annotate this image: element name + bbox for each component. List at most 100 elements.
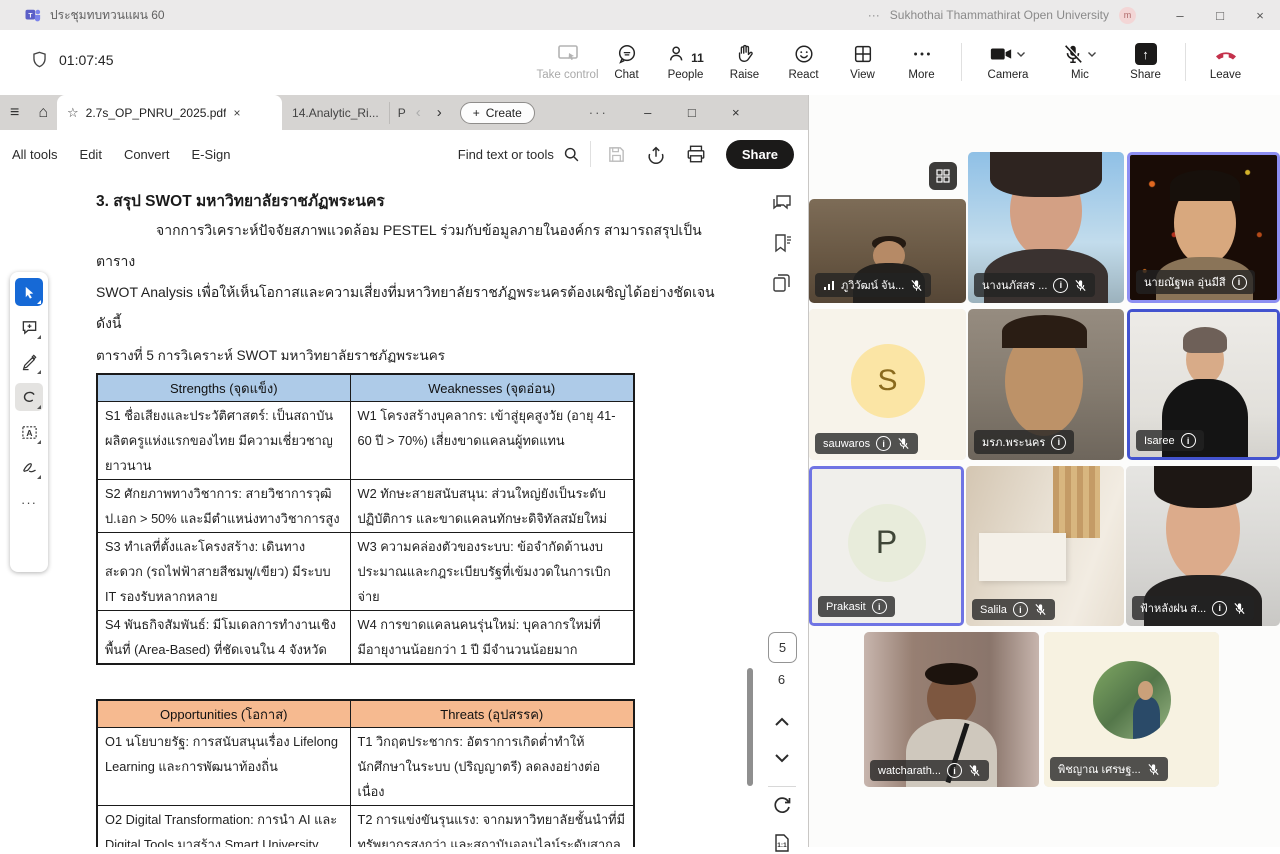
swot-strengths-weaknesses-table: Strengths (จุดแข็ง) Weaknesses (จุดอ่อน)… bbox=[96, 373, 635, 665]
participant-name-label: พิชญาณ เศรษฐ... bbox=[1050, 757, 1168, 781]
pdf-page-content: 3. สรุป SWOT มหาวิทยาลัยราชภัฏพระนคร จาก… bbox=[96, 184, 728, 847]
divider bbox=[1185, 43, 1186, 81]
participant-tile-active[interactable]: Isaree i bbox=[1127, 309, 1280, 460]
raise-hand-button[interactable]: Raise bbox=[715, 43, 774, 81]
people-count-badge: 11 bbox=[691, 51, 704, 65]
participant-tile[interactable]: ฟ้าหลังฝน ส... i bbox=[1126, 466, 1280, 626]
search-icon bbox=[563, 146, 580, 163]
camera-chevron-icon[interactable] bbox=[1015, 48, 1027, 60]
share-screen-button[interactable]: ↑ Share bbox=[1116, 43, 1175, 81]
participant-name-label: นายณัฐพล อุ่นมีสี i bbox=[1136, 270, 1255, 294]
tab-close-icon[interactable]: × bbox=[233, 106, 240, 120]
convert-menu[interactable]: Convert bbox=[124, 147, 170, 162]
print-icon[interactable] bbox=[686, 144, 706, 164]
raise-hand-icon bbox=[735, 43, 755, 65]
fill-sign-tool-button[interactable] bbox=[15, 453, 43, 481]
find-text-button[interactable]: Find text or tools bbox=[458, 146, 580, 163]
table-caption: ตารางที่ 5 การวิเคราะห์ SWOT มหาวิทยาลัย… bbox=[96, 344, 728, 366]
menu-hamburger-icon[interactable]: ≡ bbox=[0, 104, 29, 122]
mic-off-icon bbox=[1074, 279, 1087, 292]
acrobat-close-button[interactable]: × bbox=[714, 95, 758, 130]
actual-size-icon[interactable]: 1:1 bbox=[771, 832, 793, 854]
send-share-icon[interactable] bbox=[646, 144, 666, 164]
page-thumbnails-icon[interactable] bbox=[771, 272, 793, 294]
mic-button[interactable]: Mic bbox=[1044, 43, 1116, 81]
acrobat-maximize-button[interactable]: □ bbox=[670, 95, 714, 130]
participant-name-label: นางนภัสสร ... i bbox=[974, 273, 1095, 297]
table-row: O2 Digital Transformation: การนำ AI และ … bbox=[97, 806, 634, 848]
titlebar-more-dots[interactable]: ··· bbox=[868, 8, 880, 22]
previous-page-chevron-icon[interactable] bbox=[772, 714, 792, 730]
acrobat-quick-tools-panel: A ··· bbox=[10, 272, 48, 572]
react-button[interactable]: React bbox=[774, 43, 833, 81]
next-page-chevron-icon[interactable] bbox=[772, 750, 792, 766]
participant-tile-speaking[interactable]: นายณัฐพล อุ่นมีสี i bbox=[1127, 152, 1280, 303]
rotate-refresh-icon[interactable] bbox=[771, 794, 793, 816]
participant-tile[interactable]: พิชญาณ เศรษฐ... bbox=[1044, 632, 1219, 787]
info-badge-icon: i bbox=[1013, 602, 1028, 617]
star-icon[interactable]: ☆ bbox=[67, 105, 79, 121]
tabbar-more-dots[interactable]: ··· bbox=[589, 105, 608, 120]
meeting-window-title: ประชุมทบทวนแผน 60 bbox=[50, 6, 165, 25]
draw-tool-button[interactable] bbox=[15, 383, 43, 411]
doc-paragraph-line3: ดังนี้ bbox=[96, 308, 728, 339]
acrobat-right-rail: 5 6 1:1 bbox=[756, 178, 808, 847]
window-minimize-button[interactable]: – bbox=[1160, 0, 1200, 30]
vertical-scrollbar[interactable] bbox=[747, 668, 753, 786]
window-close-button[interactable]: × bbox=[1240, 0, 1280, 30]
user-avatar[interactable]: m bbox=[1119, 7, 1136, 24]
add-comment-tool-button[interactable] bbox=[15, 313, 43, 341]
opportunities-header: Opportunities (โอกาส) bbox=[97, 700, 350, 728]
svg-text:A: A bbox=[26, 427, 32, 437]
camera-icon bbox=[989, 43, 1013, 65]
info-badge-icon: i bbox=[1051, 435, 1066, 450]
add-text-tool-button[interactable]: A bbox=[15, 418, 43, 446]
highlighter-icon bbox=[21, 354, 38, 371]
chat-button[interactable]: Chat bbox=[597, 43, 656, 81]
acrobat-minimize-button[interactable]: – bbox=[626, 95, 670, 130]
esign-menu[interactable]: E-Sign bbox=[191, 147, 230, 162]
tab-partial[interactable]: P bbox=[390, 106, 408, 120]
participant-tile[interactable]: watcharath... i bbox=[864, 632, 1039, 787]
tab-active-pdf[interactable]: ☆ 2.7s_OP_PNRU_2025.pdf × bbox=[57, 95, 282, 130]
cell-o1: O1 นโยบายรัฐ: การสนับสนุนเรื่อง Lifelong… bbox=[97, 728, 350, 806]
mic-muted-icon bbox=[1062, 43, 1084, 65]
cell-s2: S2 ศักยภาพทางวิชาการ: สายวิชาการวุฒิ ป.เ… bbox=[97, 480, 350, 533]
more-tools-button[interactable]: ··· bbox=[15, 488, 43, 516]
select-tool-button[interactable] bbox=[15, 278, 43, 306]
edit-menu[interactable]: Edit bbox=[80, 147, 102, 162]
pdf-document-area[interactable]: A ··· 3. สรุป SWOT มหาวิทยาลัยราชภัฏพระน… bbox=[0, 178, 756, 847]
window-maximize-button[interactable]: □ bbox=[1200, 0, 1240, 30]
highlight-tool-button[interactable] bbox=[15, 348, 43, 376]
svg-text:1:1: 1:1 bbox=[777, 842, 787, 849]
all-tools-menu[interactable]: All tools bbox=[12, 147, 58, 162]
comments-panel-icon[interactable] bbox=[771, 192, 793, 214]
current-page-input[interactable]: 5 bbox=[768, 632, 797, 663]
plus-icon: + bbox=[473, 106, 480, 120]
participant-tile-active[interactable]: P Prakasit i bbox=[809, 466, 964, 626]
acrobat-share-button[interactable]: Share bbox=[726, 140, 794, 169]
participant-name-label: watcharath... i bbox=[870, 760, 989, 781]
text-box-icon: A bbox=[21, 424, 38, 441]
info-badge-icon: i bbox=[1053, 278, 1068, 293]
gallery-view-toggle-button[interactable] bbox=[929, 162, 957, 190]
more-button[interactable]: More bbox=[892, 43, 951, 81]
participant-tile[interactable]: S sauwaros i bbox=[809, 309, 966, 460]
people-button[interactable]: 11 People bbox=[656, 43, 715, 81]
cell-t1: T1 วิกฤตประชากร: อัตราการเกิดต่ำทำให้นัก… bbox=[350, 728, 634, 806]
participant-tile[interactable]: นางนภัสสร ... i bbox=[968, 152, 1124, 303]
participant-tile[interactable]: มรภ.พระนคร i bbox=[968, 309, 1124, 460]
tab-forward-arrow[interactable]: › bbox=[429, 104, 450, 121]
participant-tile[interactable]: ภูวิวัฒน์ จัน... bbox=[809, 199, 966, 303]
participant-tile[interactable]: Salila i bbox=[966, 466, 1124, 626]
create-tab-button[interactable]: + Create bbox=[460, 102, 535, 124]
leave-button[interactable]: Leave bbox=[1196, 43, 1255, 81]
acrobat-tab-bar: ≡ ⌂ ☆ 2.7s_OP_PNRU_2025.pdf × 14.Analyti… bbox=[0, 95, 808, 130]
camera-button[interactable]: Camera bbox=[972, 43, 1044, 81]
home-icon[interactable]: ⌂ bbox=[29, 104, 57, 122]
bookmarks-panel-icon[interactable] bbox=[771, 232, 793, 254]
view-button[interactable]: View bbox=[833, 43, 892, 81]
tab-inactive-pdf[interactable]: 14.Analytic_Ri... bbox=[282, 102, 390, 124]
mic-chevron-icon[interactable] bbox=[1086, 48, 1098, 60]
teams-title-bar: T ประชุมทบทวนแผน 60 ··· Sukhothai Thamma… bbox=[0, 0, 1280, 30]
